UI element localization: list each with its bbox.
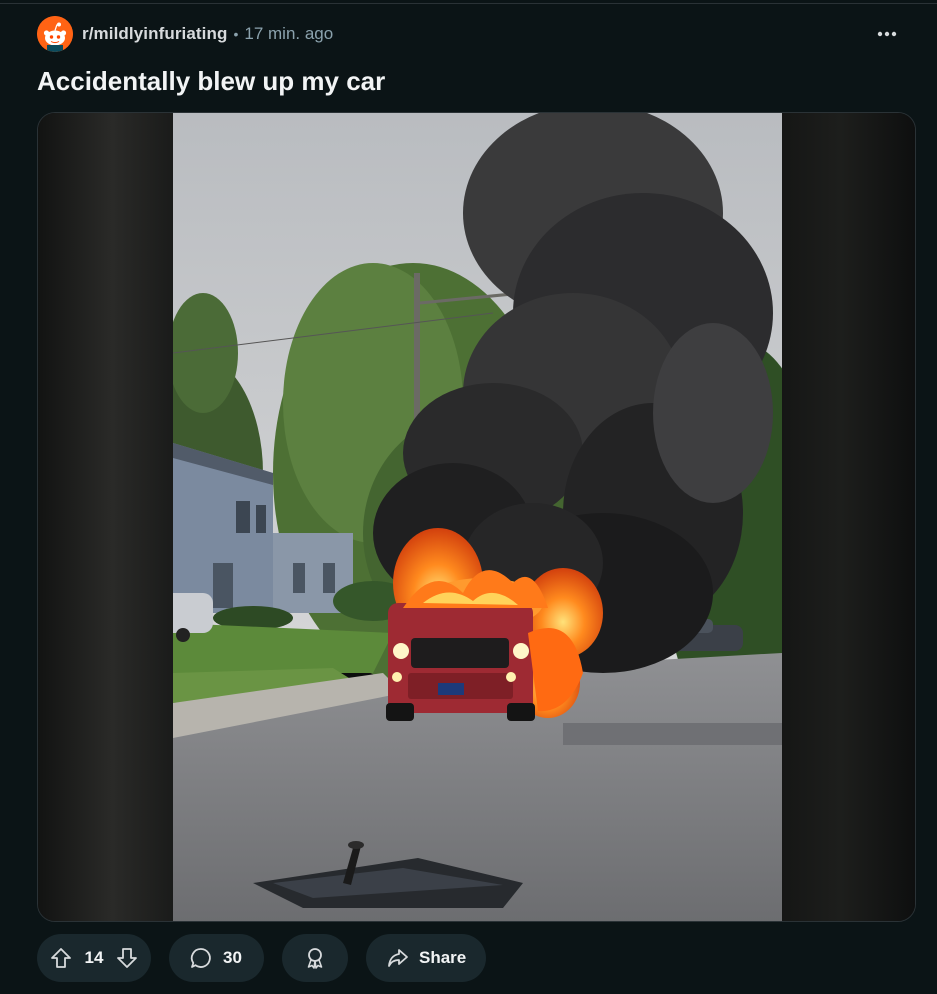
arrow-up-icon <box>51 948 71 968</box>
subreddit-name[interactable]: r/mildlyinfuriating <box>82 24 227 44</box>
award-ribbon-icon <box>307 948 323 969</box>
arrow-down-icon <box>117 948 137 968</box>
share-icon-wrap <box>386 946 410 970</box>
share-label: Share <box>419 948 467 967</box>
post-title[interactable]: Accidentally blew up my car <box>37 66 385 97</box>
vote-count: 14 <box>84 948 104 967</box>
post-media[interactable] <box>37 112 916 922</box>
comment-count: 30 <box>223 948 242 967</box>
burning-truck-photo <box>173 113 782 921</box>
share-arrow-icon <box>388 949 408 967</box>
reddit-snoo-icon <box>37 16 73 52</box>
vote-control: 14 <box>37 934 151 982</box>
downvote-button[interactable] <box>115 946 139 970</box>
media-blur-right <box>780 113 915 921</box>
speech-bubble-icon <box>190 948 211 968</box>
post-timestamp: 17 min. ago <box>244 24 334 43</box>
upvote-button[interactable] <box>49 946 73 970</box>
media-blur-left <box>38 113 173 921</box>
award-button[interactable] <box>282 934 348 982</box>
meta-separator: • <box>233 26 239 42</box>
post-header: r/mildlyinfuriating • 17 min. ago <box>37 16 917 52</box>
share-button[interactable]: Share <box>366 934 486 982</box>
comments-button[interactable]: 30 <box>169 934 264 982</box>
subreddit-avatar[interactable] <box>37 16 73 52</box>
more-options-button[interactable] <box>873 22 901 46</box>
top-divider <box>0 3 937 4</box>
comment-icon-wrap <box>189 946 213 970</box>
ellipsis-horizontal-icon <box>877 31 897 37</box>
post-action-bar: 14 30 Share <box>37 934 486 982</box>
